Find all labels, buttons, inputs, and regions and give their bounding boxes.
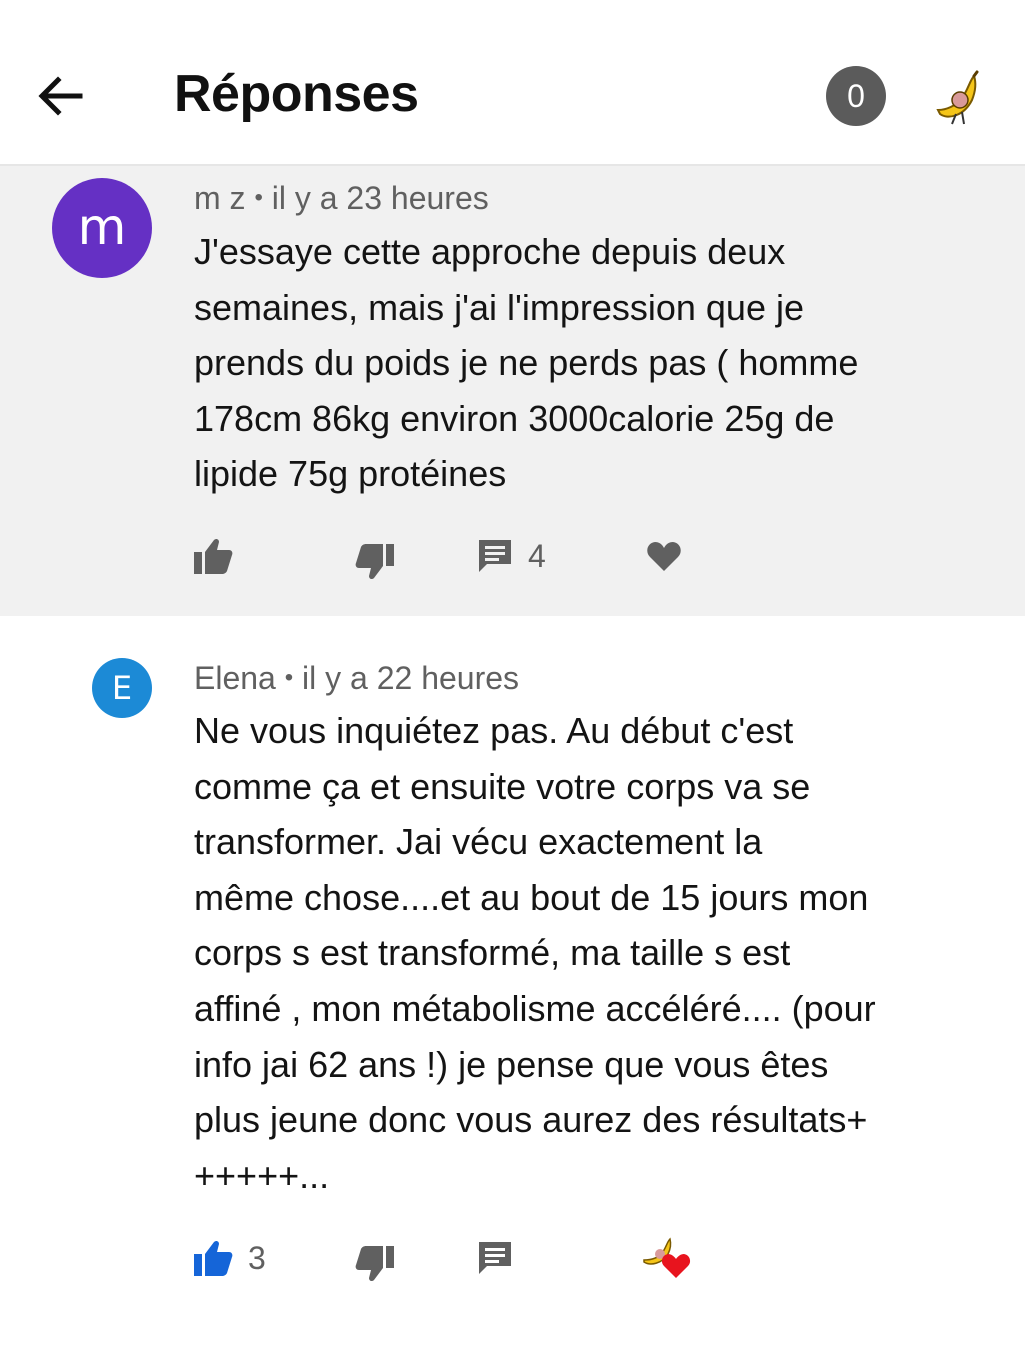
author-name[interactable]: Elena — [194, 660, 276, 696]
back-arrow-icon — [38, 76, 83, 116]
creator-heart-button[interactable] — [640, 1228, 694, 1288]
comment-text: Ne vous inquiétez pas. Au début c'est co… — [194, 710, 876, 1196]
comment-meta: Elena • il y a 22 heures — [194, 660, 519, 697]
like-button[interactable]: 3 — [192, 1228, 266, 1288]
notification-count-badge[interactable]: 0 — [826, 66, 886, 126]
top-app-bar: Réponses 0 — [0, 0, 1025, 166]
creator-heart-icon — [643, 1237, 691, 1278]
thumbs-up-icon — [194, 1240, 233, 1276]
comment-thread-item: m m z • il y a 23 heures J'essaye cette … — [0, 166, 1025, 616]
back-button[interactable] — [36, 72, 84, 120]
author-avatar[interactable]: E — [92, 658, 152, 718]
like-button[interactable] — [192, 526, 248, 586]
author-name[interactable]: m z — [194, 180, 246, 216]
comment-meta: m z • il y a 23 heures — [194, 180, 489, 217]
thumbs-down-icon — [355, 1246, 394, 1282]
reply-button[interactable]: 4 — [476, 526, 546, 586]
user-avatar[interactable] — [930, 70, 982, 126]
banana-avatar-icon — [936, 70, 979, 125]
reply-icon — [479, 1242, 511, 1274]
reply-button[interactable] — [476, 1228, 528, 1288]
thumbs-down-icon — [355, 544, 394, 580]
author-avatar[interactable]: m — [52, 178, 152, 278]
comment-text: J'essaye cette approche depuis deux sema… — [194, 231, 859, 495]
comment-actions: 3 — [0, 1228, 1025, 1288]
reply-count: 4 — [528, 537, 546, 574]
thumbs-up-icon — [194, 538, 233, 574]
page-title: Réponses — [174, 65, 419, 123]
comment-time: il y a 22 heures — [302, 660, 520, 696]
comment-thread-item: E Elena • il y a 22 heures Ne vous inqui… — [0, 618, 1025, 1366]
like-count: 3 — [248, 1239, 266, 1276]
reply-icon — [479, 540, 511, 572]
comment-time: il y a 23 heures — [271, 180, 489, 216]
comment-actions: 4 — [0, 526, 1025, 586]
heart-icon — [647, 542, 681, 571]
meta-separator: • — [284, 664, 294, 691]
dislike-button[interactable] — [354, 526, 396, 586]
meta-separator: • — [254, 184, 263, 211]
dislike-button[interactable] — [354, 1228, 396, 1288]
heart-button[interactable] — [646, 526, 682, 586]
